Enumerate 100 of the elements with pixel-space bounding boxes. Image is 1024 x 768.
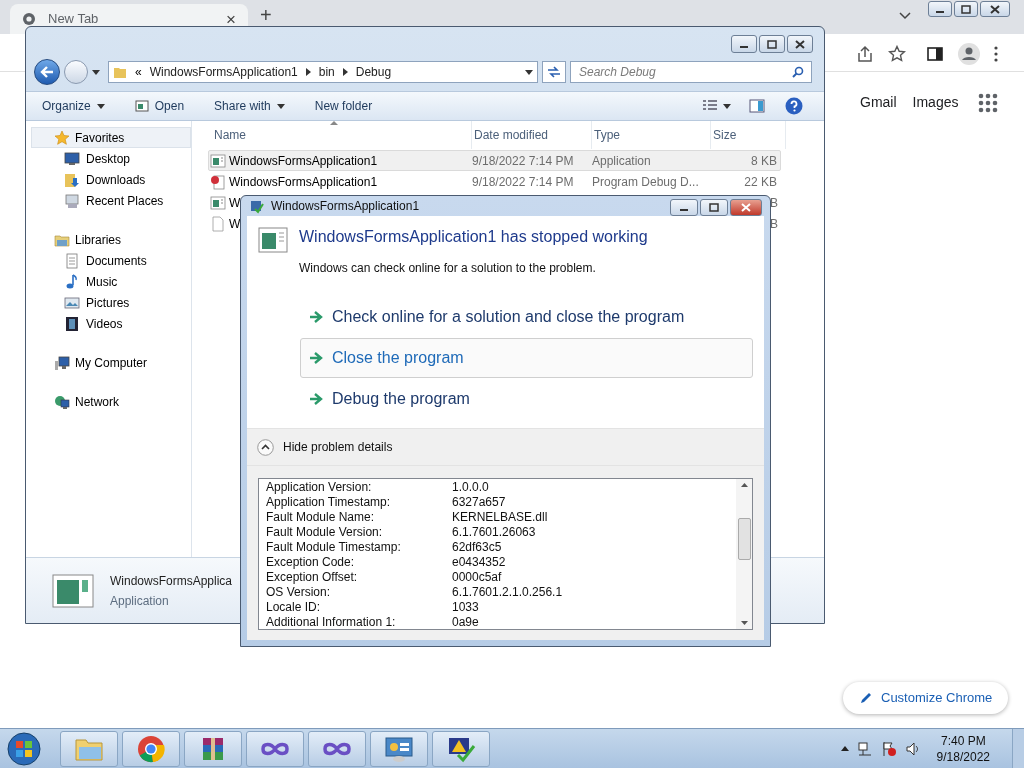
nav-item[interactable]: Recent Places: [31, 190, 191, 211]
arrow-right-icon: [309, 311, 323, 323]
close-button[interactable]: [787, 35, 813, 53]
nav-item[interactable]: Favorites: [31, 127, 191, 148]
arrow-left-icon: [40, 66, 54, 78]
side-panel-icon: [926, 45, 944, 63]
nav-item[interactable]: Downloads: [31, 169, 191, 190]
nav-item[interactable]: Libraries: [31, 229, 191, 250]
minimize-button[interactable]: [670, 198, 698, 216]
taskbar-app-button[interactable]: [122, 730, 180, 767]
toggle-details-button[interactable]: Hide problem details: [247, 429, 764, 466]
taskbar-app-button[interactable]: [432, 730, 490, 767]
date-cell: 9/18/2022 7:14 PM: [472, 174, 574, 189]
detail-value: 1.0.0.0: [452, 478, 489, 496]
nav-item[interactable]: Music: [31, 271, 191, 292]
more-menu-icon: [994, 46, 998, 62]
search-field[interactable]: Search Debug: [570, 61, 812, 83]
toolbar-button[interactable]: Organize: [42, 97, 105, 115]
breadcrumb-overflow[interactable]: «: [135, 63, 142, 81]
size-cell-text: 22 KB: [744, 174, 778, 189]
view-caret-icon: [723, 103, 731, 109]
network-icon: [54, 393, 70, 410]
command-link[interactable]: Debug the program: [300, 379, 753, 419]
application-icon: [258, 227, 288, 253]
taskbar-app-button[interactable]: [370, 730, 428, 767]
file-row[interactable]: WindowsFormsApplication1 9/18/2022 7:14 PM Application 8 KB: [208, 150, 781, 171]
open-icon: [134, 99, 149, 113]
taskbar-app-button[interactable]: [184, 730, 242, 767]
detail-label: Application Timestamp:: [266, 494, 392, 511]
pencil-icon: [859, 691, 873, 705]
detail-value: KERNELBASE.dll: [452, 508, 548, 526]
close-button[interactable]: [980, 1, 1010, 17]
file-row[interactable]: W: [208, 213, 242, 234]
nav-item[interactable]: Pictures: [31, 292, 191, 313]
toolbar-button[interactable]: Share with: [214, 97, 285, 115]
type-cell: Application: [592, 153, 651, 168]
chrome-logo-icon: [22, 12, 36, 26]
close-button[interactable]: [730, 198, 762, 216]
maximize-button[interactable]: [759, 35, 785, 53]
header-link[interactable]: Gmail: [860, 92, 897, 113]
search-icon: [792, 66, 804, 78]
monitor-icon: [64, 150, 80, 167]
taskbar-app-button[interactable]: [308, 730, 366, 767]
command-link[interactable]: Check online for a solution and close the program: [300, 297, 753, 337]
size-cell-text: B: [770, 194, 779, 212]
chevron-right-icon: [305, 68, 311, 76]
address-bar[interactable]: « WindowsFormsApplication1 bin Debug: [108, 61, 538, 83]
maximize-icon: [767, 39, 777, 49]
address-dropdown-icon: [525, 69, 533, 75]
breadcrumb-item[interactable]: Debug: [355, 63, 392, 81]
back-button[interactable]: [34, 59, 60, 85]
avatar-icon: [958, 43, 980, 65]
file-row[interactable]: WindowsFormsApplication1 9/18/2022 7:14 PM Program Debug D... 22 KB: [208, 171, 781, 192]
refresh-button[interactable]: [542, 61, 566, 83]
new-tab-button[interactable]: +: [260, 5, 272, 25]
arrow-right-icon: [309, 393, 323, 405]
breadcrumb-item[interactable]: bin: [318, 63, 335, 81]
command-link[interactable]: Close the program: [300, 338, 753, 378]
close-icon: [741, 202, 751, 212]
tab-close-button[interactable]: ×: [226, 10, 236, 28]
detail-label: Exception Offset:: [266, 569, 359, 586]
customize-chrome-button[interactable]: Customize Chrome: [843, 682, 1009, 714]
nav-item[interactable]: Videos: [31, 313, 191, 334]
scrollbar-thumb[interactable]: [737, 518, 751, 560]
chevron-up-icon: [840, 746, 849, 751]
computer-icon: [64, 192, 80, 209]
toolbar-button[interactable]: Open: [134, 97, 185, 115]
apps-grid-icon: [978, 92, 999, 113]
share-icon: [856, 45, 874, 63]
toolbar-button[interactable]: New folder: [314, 97, 373, 115]
detail-label: Exception Code:: [266, 554, 356, 571]
history-caret-icon: [92, 69, 100, 75]
file-type: Application: [110, 592, 170, 610]
column-header[interactable]: Size: [711, 121, 786, 149]
nav-item[interactable]: My Computer: [31, 352, 191, 373]
taskbar-app-button[interactable]: [246, 730, 304, 767]
start-button[interactable]: [4, 729, 44, 768]
column-header[interactable]: Date modified: [472, 121, 592, 149]
header-link[interactable]: Images: [912, 92, 959, 113]
music-note-icon: [64, 273, 80, 290]
sort-arrow-icon: [330, 121, 338, 125]
window-title: WindowsFormsApplication1: [271, 198, 420, 215]
nav-item[interactable]: Documents: [31, 250, 191, 271]
nav-item[interactable]: Desktop: [31, 148, 191, 169]
nav-item[interactable]: Network: [31, 391, 191, 412]
minimize-button[interactable]: [731, 35, 757, 53]
column-header[interactable]: Name: [212, 121, 472, 149]
chevron-down-icon: [899, 12, 911, 20]
network-icon: [856, 740, 873, 757]
scroll-down-icon[interactable]: [740, 621, 748, 625]
scrollbar[interactable]: [736, 479, 752, 629]
column-header[interactable]: Type: [592, 121, 711, 149]
maximize-button[interactable]: [700, 198, 728, 216]
error-message: Windows can check online for a solution to the problem.: [299, 260, 597, 277]
file-row[interactable]: W: [208, 192, 242, 213]
scroll-up-icon[interactable]: [740, 483, 748, 487]
minimize-button[interactable]: [928, 1, 952, 17]
clock[interactable]: 7:40 PM 9/18/2022: [936, 732, 990, 765]
breadcrumb-item[interactable]: WindowsFormsApplication1: [149, 63, 298, 81]
restore-button[interactable]: [954, 1, 978, 17]
